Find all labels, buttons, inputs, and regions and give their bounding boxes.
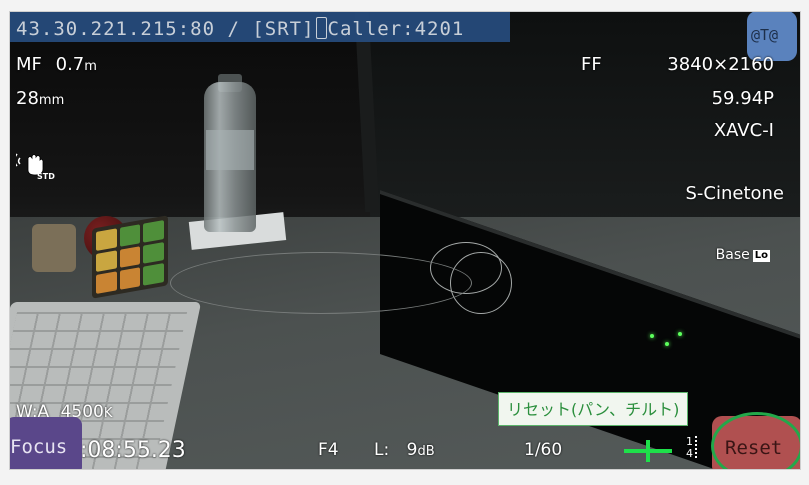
resolution: 3840×2160 (667, 54, 774, 75)
connection-info: 43.30.221.215:80 / [SRT] Caller:4201 (16, 17, 464, 40)
base-iso: Base Lo (716, 248, 770, 262)
full-frame-indicator: FF (581, 54, 602, 75)
reset-tooltip: リセット(パン、チルト) (498, 392, 689, 426)
base-iso-label: Base (715, 247, 750, 263)
stabilizer-hand-icon: STD (16, 153, 55, 180)
reset-highlight-ring (711, 412, 800, 469)
stream-address: 43.30.221.215:80 / [SRT] (16, 18, 315, 40)
stabilizer-label: STD (37, 172, 55, 180)
audio-channel-4: 4 (686, 447, 693, 460)
audio-level-unit: dB (417, 444, 435, 459)
focal-length-value: 28 (16, 88, 39, 109)
shutter-speed: 1/60 (524, 440, 563, 460)
frame-rate: 59.94P (711, 88, 774, 109)
base-iso-value: Lo (752, 250, 770, 262)
timecode: :08:55.23 (80, 438, 186, 463)
picture-profile: S-Cinetone (685, 183, 784, 204)
camera-preview[interactable]: 43.30.221.215:80 / [SRT] Caller:4201 @T@ … (9, 11, 801, 470)
level-crosshair-icon (624, 440, 672, 462)
audio-level-value: 9 (406, 440, 418, 460)
focal-length-unit: mm (38, 93, 65, 108)
text-cursor-icon (315, 17, 327, 39)
focal-length: 28mm (16, 90, 64, 108)
audio-meter-icon: 1 4 (686, 436, 697, 460)
color-temperature-unit: K (103, 406, 113, 421)
focus-mode: MF (16, 54, 42, 75)
focus-unit: m (84, 59, 97, 74)
focus-info: MF 0.7m (16, 56, 97, 74)
audio-level: L: 9dB (374, 442, 435, 459)
focus-distance: 0.7 (55, 54, 85, 75)
focus-button-label: Focus (10, 436, 68, 458)
audio-level-label: L: (374, 440, 390, 460)
top-right-button-label: @T@ (751, 26, 779, 44)
codec: XAVC-I (713, 120, 774, 141)
caller-port: Caller:4201 (327, 18, 465, 40)
iris-value: F4 (318, 440, 339, 460)
